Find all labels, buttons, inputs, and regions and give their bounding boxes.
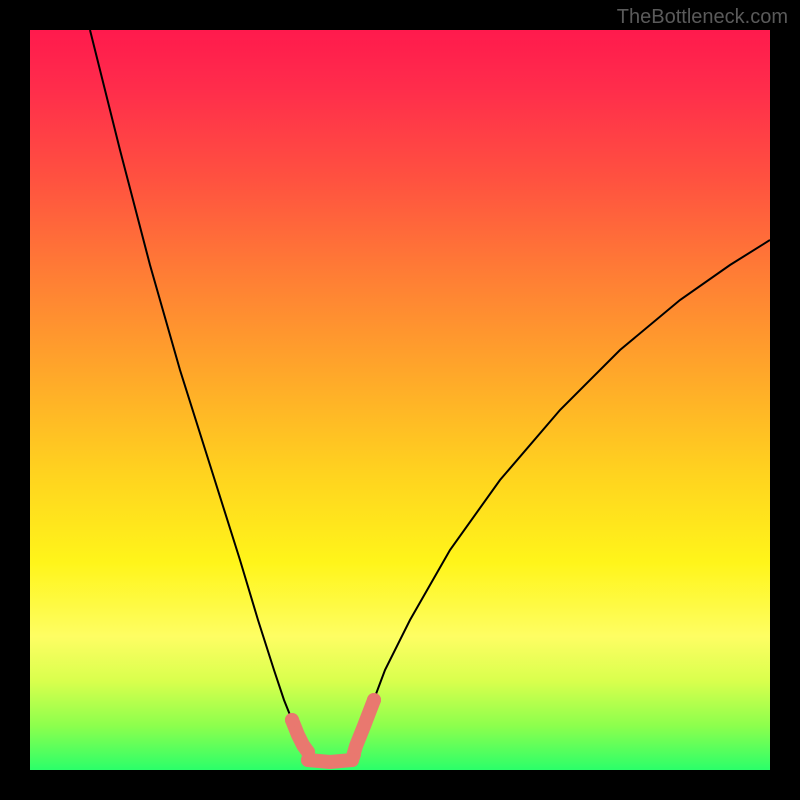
valley-highlight-dot xyxy=(301,753,315,767)
curves-layer xyxy=(30,30,770,770)
curve-left-branch xyxy=(90,30,308,760)
curve-right-branch xyxy=(352,240,770,760)
valley-highlight xyxy=(285,693,381,767)
plot-area xyxy=(30,30,770,770)
watermark-text: TheBottleneck.com xyxy=(617,6,788,29)
valley-highlight-segment xyxy=(352,700,374,760)
chart-frame: TheBottleneck.com xyxy=(0,0,800,800)
valley-highlight-dot xyxy=(285,713,299,727)
valley-highlight-dot xyxy=(367,693,381,707)
valley-highlight-dot xyxy=(345,753,359,767)
